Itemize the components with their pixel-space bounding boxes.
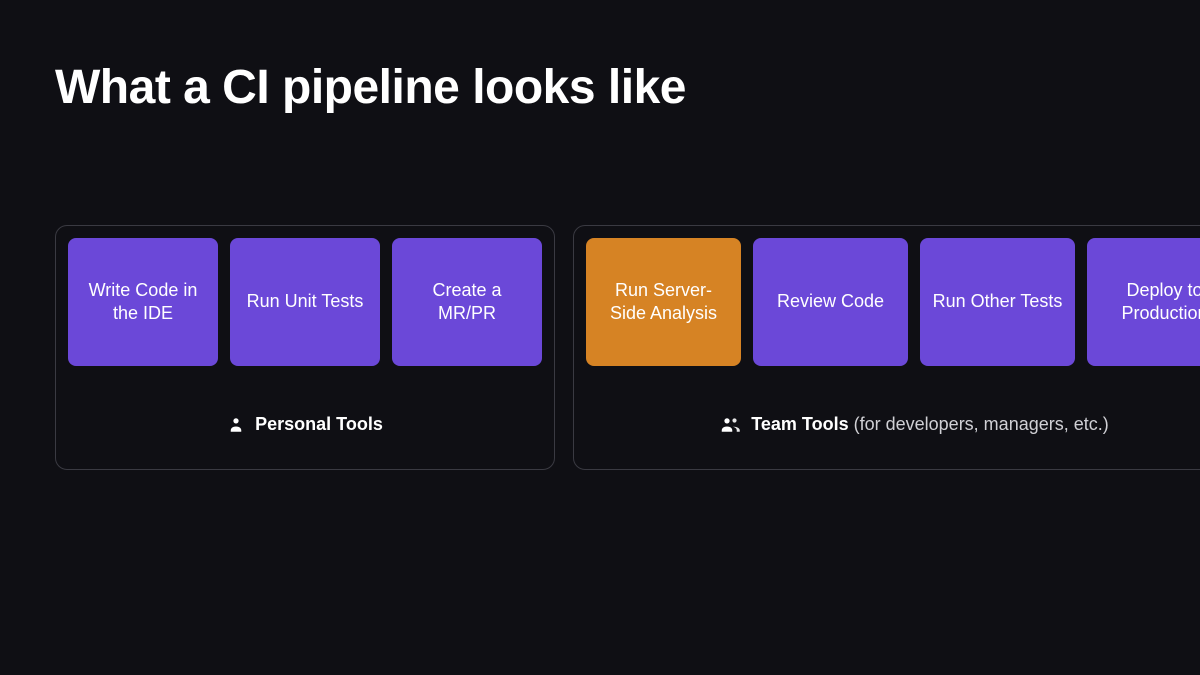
step-create-mr-pr: Create a MR/PR <box>392 238 542 366</box>
slide-title: What a CI pipeline looks like <box>55 60 1145 115</box>
slide: What a CI pipeline looks like Write Code… <box>0 0 1200 675</box>
pipeline-groups: Write Code in the IDE Run Unit Tests Cre… <box>55 225 1145 470</box>
step-run-unit-tests: Run Unit Tests <box>230 238 380 366</box>
step-deploy-production: Deploy to Production <box>1087 238 1200 366</box>
team-tools-group: Run Server-Side Analysis Review Code Run… <box>573 225 1200 470</box>
person-icon <box>227 416 245 434</box>
team-steps-row: Run Server-Side Analysis Review Code Run… <box>586 238 1200 366</box>
step-review-code: Review Code <box>753 238 908 366</box>
personal-group-label-text: Personal Tools <box>255 414 383 435</box>
step-run-other-tests: Run Other Tests <box>920 238 1075 366</box>
people-icon <box>719 416 741 434</box>
step-write-code: Write Code in the IDE <box>68 238 218 366</box>
team-group-label-text: Team Tools <box>751 414 848 434</box>
personal-group-label: Personal Tools <box>227 414 383 435</box>
team-group-label-suffix: (for developers, managers, etc.) <box>854 414 1109 434</box>
personal-steps-row: Write Code in the IDE Run Unit Tests Cre… <box>68 238 542 366</box>
team-group-label: Team Tools (for developers, managers, et… <box>719 414 1109 435</box>
step-server-side-analysis: Run Server-Side Analysis <box>586 238 741 366</box>
personal-tools-group: Write Code in the IDE Run Unit Tests Cre… <box>55 225 555 470</box>
